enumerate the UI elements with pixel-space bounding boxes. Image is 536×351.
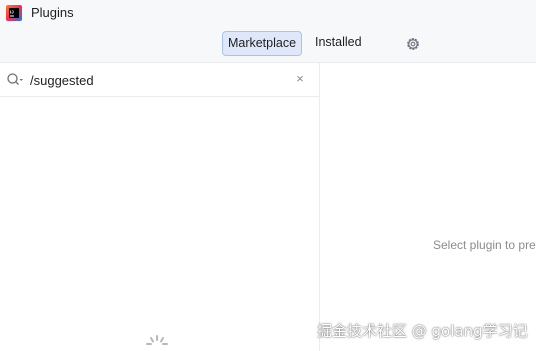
- tab-installed[interactable]: Installed: [309, 31, 368, 56]
- tab-marketplace[interactable]: Marketplace: [222, 31, 302, 56]
- gear-icon[interactable]: [404, 35, 422, 53]
- search-options-icon[interactable]: [6, 72, 24, 88]
- loading-spinner-icon: [146, 335, 168, 345]
- plugin-details-panel: Select plugin to preview details: [321, 63, 536, 351]
- window-title: Plugins: [31, 5, 74, 20]
- svg-text:IJ: IJ: [10, 10, 14, 15]
- title-bar: IJ Plugins: [0, 0, 536, 28]
- watermark: 掘金技术社区 @ golang学习记: [317, 322, 528, 340]
- search-bar: ×: [0, 63, 320, 97]
- search-input[interactable]: [30, 70, 280, 90]
- empty-details-message: Select plugin to preview details: [433, 238, 536, 252]
- intellij-app-icon: IJ: [6, 5, 22, 21]
- plugin-list-panel: ×: [0, 63, 320, 351]
- plugins-header: Marketplace Installed: [0, 28, 536, 63]
- close-icon[interactable]: ×: [292, 71, 308, 87]
